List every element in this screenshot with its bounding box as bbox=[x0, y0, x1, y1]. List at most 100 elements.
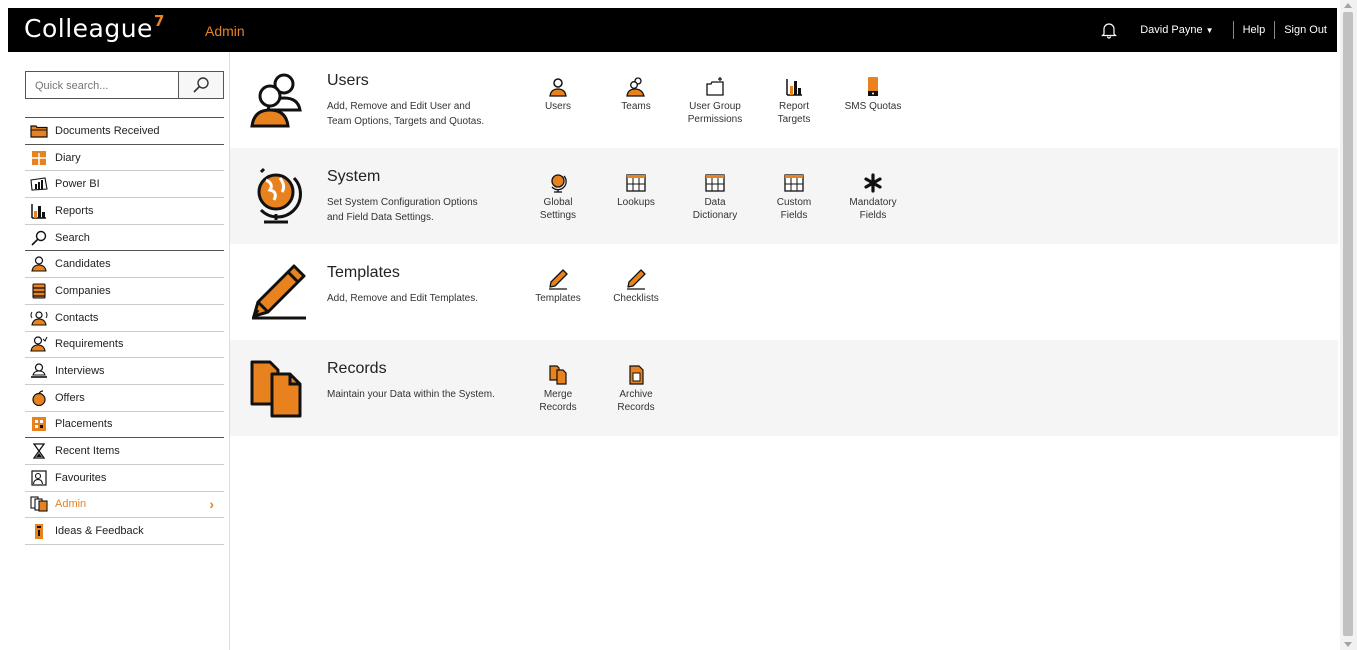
sidebar-item-label: Candidates bbox=[55, 258, 111, 271]
sidebar-item-requirements[interactable]: Requirements bbox=[25, 332, 224, 359]
admin-main: Users Add, Remove and Edit User and Team … bbox=[230, 52, 1338, 436]
desc-line: Add, Remove and Edit Templates. bbox=[327, 293, 479, 304]
tile-label: Teams bbox=[621, 101, 651, 112]
tile-label: Mandatory bbox=[849, 197, 897, 208]
sidebar-item-admin[interactable]: Admin › bbox=[25, 492, 224, 519]
pencil-large-icon bbox=[252, 264, 306, 320]
sidebar-item-offers[interactable]: Offers bbox=[25, 385, 224, 412]
user-name: David Payne bbox=[1140, 24, 1203, 36]
top-right-nav: David Payne ▼ Help Sign Out bbox=[1100, 8, 1327, 52]
tile-custom-fields[interactable]: Custom Fields bbox=[759, 172, 829, 222]
tile-merge-records[interactable]: Merge Records bbox=[523, 364, 593, 414]
records-large-icon bbox=[250, 360, 302, 418]
scroll-up-arrow[interactable] bbox=[1344, 3, 1352, 8]
tile-label: Records bbox=[617, 402, 655, 413]
custom-fields-icon bbox=[784, 174, 804, 192]
section-title: Records bbox=[327, 360, 387, 377]
tile-label: Dictionary bbox=[692, 210, 738, 221]
sidebar-item-candidates[interactable]: Candidates bbox=[25, 251, 224, 279]
scroll-thumb[interactable] bbox=[1343, 12, 1353, 636]
sidebar-item-companies[interactable]: Companies bbox=[25, 278, 224, 305]
calendar-icon bbox=[29, 150, 49, 166]
sign-out-link[interactable]: Sign Out bbox=[1284, 24, 1327, 36]
sidebar-item-search[interactable]: Search bbox=[25, 225, 224, 252]
search-button[interactable] bbox=[178, 72, 223, 98]
permissions-icon bbox=[706, 77, 724, 96]
sidebar-item-reports[interactable]: Reports bbox=[25, 198, 224, 225]
section-title: Templates bbox=[327, 264, 400, 281]
sidebar-item-power-bi[interactable]: Power BI bbox=[25, 171, 224, 199]
scroll-down-arrow[interactable] bbox=[1344, 642, 1352, 647]
divider bbox=[1232, 21, 1234, 39]
tile-label: Targets bbox=[777, 114, 811, 125]
tile-label: Settings bbox=[539, 210, 577, 221]
pencil-icon bbox=[627, 269, 646, 290]
asterisk-icon bbox=[864, 173, 882, 193]
apple-icon bbox=[29, 390, 49, 406]
section-description: Add, Remove and Edit Templates. bbox=[327, 291, 517, 306]
scrollbar[interactable] bbox=[1340, 0, 1357, 650]
logo[interactable]: Colleague7 bbox=[24, 12, 165, 43]
sidebar-item-documents-received[interactable]: Documents Received bbox=[25, 117, 224, 145]
tile-label: Report bbox=[778, 101, 809, 112]
tile-label: Merge bbox=[543, 389, 573, 400]
admin-icon bbox=[29, 496, 49, 513]
power-bi-icon bbox=[29, 176, 49, 192]
tile-report-targets[interactable]: Report Targets bbox=[759, 76, 829, 126]
favourites-icon bbox=[29, 470, 49, 486]
sidebar-item-label: Reports bbox=[55, 204, 94, 217]
sidebar-item-favourites[interactable]: Favourites bbox=[25, 465, 224, 492]
tile-data-dictionary[interactable]: Data Dictionary bbox=[680, 172, 750, 222]
sidebar-item-recent-items[interactable]: Recent Items bbox=[25, 438, 224, 465]
chevron-right-icon: › bbox=[209, 495, 214, 512]
tile-users[interactable]: Users bbox=[523, 76, 593, 113]
section-users: Users Add, Remove and Edit User and Team … bbox=[230, 52, 1338, 148]
dictionary-icon bbox=[705, 174, 725, 192]
phone-icon bbox=[868, 77, 878, 96]
section-title: Users bbox=[327, 72, 369, 89]
folder-icon bbox=[29, 123, 49, 139]
search-input[interactable] bbox=[26, 72, 183, 100]
sidebar-item-placements[interactable]: Placements bbox=[25, 412, 224, 439]
tile-templates[interactable]: Templates bbox=[523, 268, 593, 305]
section-description: Maintain your Data within the System. bbox=[327, 387, 527, 402]
merge-icon bbox=[549, 365, 567, 385]
archive-icon bbox=[629, 365, 644, 385]
users-large-icon bbox=[250, 73, 302, 128]
caret-down-icon: ▼ bbox=[1205, 26, 1214, 35]
sidebar-item-label: Search bbox=[55, 231, 90, 244]
tile-teams[interactable]: Teams bbox=[601, 76, 671, 113]
team-icon bbox=[626, 77, 645, 97]
sidebar-item-label: Recent Items bbox=[55, 445, 120, 458]
top-bar: Colleague7 Admin David Payne ▼ Help Sign… bbox=[8, 8, 1337, 52]
user-menu[interactable]: David Payne ▼ bbox=[1140, 24, 1223, 36]
sidebar-nav: Documents Received Diary Power BI Reports Se… bbox=[25, 117, 224, 545]
idea-icon bbox=[29, 523, 49, 540]
sidebar-item-contacts[interactable]: Contacts bbox=[25, 305, 224, 332]
tile-lookups[interactable]: Lookups bbox=[601, 172, 671, 209]
tile-global-settings[interactable]: Global Settings bbox=[523, 172, 593, 222]
bar-chart-icon bbox=[29, 203, 49, 219]
requirement-icon bbox=[29, 336, 49, 352]
tile-checklists[interactable]: Checklists bbox=[601, 268, 671, 305]
sidebar: Documents Received Diary Power BI Reports Se… bbox=[8, 52, 230, 650]
page-title: Admin bbox=[205, 23, 245, 39]
tile-archive-records[interactable]: Archive Records bbox=[601, 364, 671, 414]
user-icon bbox=[549, 78, 567, 97]
tile-sms-quotas[interactable]: SMS Quotas bbox=[838, 76, 908, 113]
globe-icon bbox=[551, 174, 567, 193]
sidebar-item-diary[interactable]: Diary bbox=[25, 145, 224, 172]
bell-icon[interactable] bbox=[1100, 21, 1118, 39]
tile-user-group-permissions[interactable]: User Group Permissions bbox=[680, 76, 750, 126]
help-link[interactable]: Help bbox=[1243, 24, 1266, 36]
tile-label: Fields bbox=[780, 210, 808, 221]
tile-mandatory-fields[interactable]: Mandatory Fields bbox=[838, 172, 908, 222]
section-title: System bbox=[327, 168, 381, 185]
report-targets-icon bbox=[786, 79, 802, 96]
section-templates: Templates Add, Remove and Edit Templates… bbox=[230, 244, 1338, 340]
contact-icon bbox=[29, 310, 49, 326]
globe-large-icon bbox=[257, 167, 302, 224]
section-system: System Set System Configuration Options a… bbox=[230, 148, 1338, 244]
sidebar-item-interviews[interactable]: Interviews bbox=[25, 358, 224, 385]
sidebar-item-ideas-feedback[interactable]: Ideas & Feedback bbox=[25, 518, 224, 545]
